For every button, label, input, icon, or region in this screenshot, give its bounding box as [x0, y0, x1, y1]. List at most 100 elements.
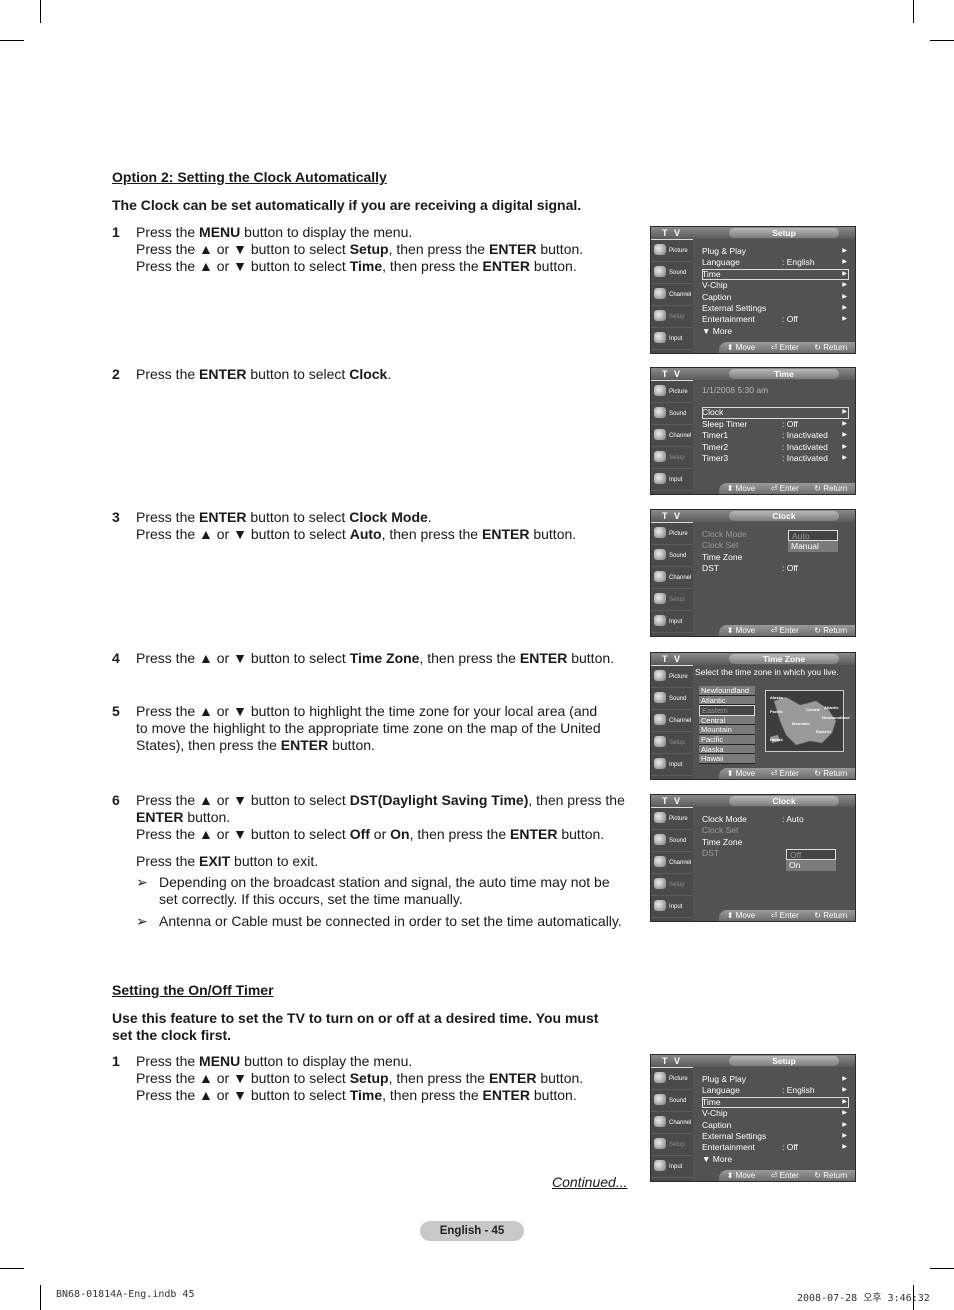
arrow-right-icon: ▶	[842, 1098, 847, 1105]
osd-menu-item[interactable]: V-Chip ▶	[702, 280, 849, 291]
osd-menu-item[interactable]: Time Zone	[702, 837, 849, 848]
osd-menu-item[interactable]: Time ▶	[702, 268, 849, 281]
osd-menu-item[interactable]: Clock Set	[702, 825, 849, 836]
osd-sidebar-item-setup[interactable]: Setup	[651, 306, 693, 328]
osd-sidebar-item-channel[interactable]: Channel	[651, 425, 693, 447]
time-zone-option[interactable]: Mountain	[699, 725, 755, 735]
osd-sidebar-item-input[interactable]: Input	[651, 896, 693, 918]
osd-sidebar-item-picture[interactable]: Picture	[651, 666, 693, 688]
enter-hint: ⏎ Enter	[770, 626, 799, 635]
time-zone-option[interactable]: Central	[699, 715, 755, 726]
osd-menu-item[interactable]: V-Chip ▶	[702, 1108, 849, 1119]
osd-sidebar-item-setup[interactable]: Setup	[651, 1134, 693, 1156]
osd-menu-label: Time Zone	[702, 836, 743, 847]
osd-menu-item[interactable]: Language: English ▶	[702, 257, 849, 268]
osd-menu-value: : Auto	[782, 814, 804, 824]
enter-hint: ⏎ Enter	[770, 911, 799, 920]
osd-menu-value: : Off	[782, 418, 798, 429]
osd-sidebar-item-setup[interactable]: Setup	[651, 732, 693, 754]
osd-sidebar-item-sound[interactable]: Sound	[651, 545, 693, 567]
section-intro: Use this feature to set the TV to turn o…	[112, 1010, 599, 1043]
return-hint: ↻ Return	[814, 343, 848, 352]
osd-menu-item[interactable]: DST: Off	[702, 563, 849, 574]
osd-sidebar-item-channel[interactable]: Channel	[651, 567, 693, 589]
osd-sidebar-item-sound[interactable]: Sound	[651, 403, 693, 425]
osd-menu-item[interactable]: ▼ More	[702, 326, 849, 337]
time-zone-option[interactable]: Atlantic	[699, 695, 755, 706]
sound-icon	[654, 834, 666, 845]
time-zone-option[interactable]: Alaska	[699, 744, 755, 755]
osd-menu-item[interactable]: External Settings ▶	[702, 1131, 849, 1142]
step-body: Press the ▲ or ▼ button to select Time Z…	[136, 650, 632, 667]
osd-menu-item[interactable]: Clock ▶	[702, 407, 849, 419]
osd-sidebar-item-channel[interactable]: Channel	[651, 1112, 693, 1134]
osd-sidebar-item-picture[interactable]: Picture	[651, 1068, 693, 1090]
picture-icon	[654, 385, 666, 396]
osd-sidebar-item-channel[interactable]: Channel	[651, 852, 693, 874]
osd-sidebar-item-setup[interactable]: Setup	[651, 874, 693, 896]
osd-menu-value: : Off	[782, 314, 798, 325]
osd-menu-item[interactable]: Clock Mode: Auto	[702, 814, 849, 825]
osd-sidebar-item-input[interactable]: Input	[651, 328, 693, 350]
osd-menu-item[interactable]: Time ▶	[702, 1096, 849, 1109]
osd-menu-item[interactable]: Caption ▶	[702, 1120, 849, 1131]
arrow-right-icon: ▶	[842, 1087, 847, 1094]
step-number: 4	[112, 650, 120, 666]
osd-sidebar-item-sound[interactable]: Sound	[651, 1090, 693, 1112]
time-zone-option[interactable]: Newfoundland	[699, 686, 755, 696]
osd-menu-item[interactable]: Time Zone	[702, 552, 849, 563]
osd-menu-item[interactable]: Entertainment: Off ▶	[702, 1142, 849, 1153]
osd-sidebar-item-sound[interactable]: Sound	[651, 688, 693, 710]
osd-menu-label: External Settings	[702, 1130, 767, 1141]
input-icon	[654, 900, 666, 911]
time-zone-option[interactable]: Eastern	[699, 705, 755, 716]
osd-menu-item[interactable]: Plug & Play ▶	[702, 1074, 849, 1085]
osd-menu-item[interactable]: Language: English ▶	[702, 1085, 849, 1096]
osd-sidebar-item-channel[interactable]: Channel	[651, 710, 693, 732]
osd-menu-item[interactable]: External Settings ▶	[702, 303, 849, 314]
time-zone-option[interactable]: Pacific	[699, 734, 755, 745]
osd-sidebar: Picture Sound Channel Setup Input	[651, 240, 693, 353]
osd-sidebar-item-picture[interactable]: Picture	[651, 240, 693, 262]
osd-sidebar-item-setup[interactable]: Setup	[651, 447, 693, 469]
osd-menu: 1/1/2008 5:30 am Clock ▶ Sleep Timer: Off ▶ T…	[702, 385, 849, 464]
osd-title: Time	[729, 369, 839, 379]
osd-menu-item[interactable]: ▼ More	[702, 1154, 849, 1165]
osd-sidebar-item-input[interactable]: Input	[651, 754, 693, 776]
osd-sidebar-item-sound[interactable]: Sound	[651, 830, 693, 852]
osd-sidebar-item-input[interactable]: Input	[651, 469, 693, 491]
exit-line: Press the EXIT button to exit.	[136, 853, 319, 869]
osd-menu-item[interactable]: Entertainment: Off ▶	[702, 314, 849, 325]
osd-tv-label: T V	[651, 1055, 693, 1068]
osd-menu-item[interactable]: Timer1: Inactivated ▶	[702, 430, 849, 441]
osd-sidebar-label: Sound	[669, 270, 687, 276]
channel-icon	[654, 288, 666, 299]
time-zone-option[interactable]: Hawaii	[699, 754, 755, 764]
osd-menu-item[interactable]: Sleep Timer: Off ▶	[702, 419, 849, 430]
osd-sidebar-item-input[interactable]: Input	[651, 611, 693, 633]
enter-hint: ⏎ Enter	[770, 1171, 799, 1180]
osd-sidebar-item-channel[interactable]: Channel	[651, 284, 693, 306]
crop-mark	[913, 0, 914, 23]
osd-sidebar-item-sound[interactable]: Sound	[651, 262, 693, 284]
osd-sidebar-item-picture[interactable]: Picture	[651, 381, 693, 403]
arrow-right-icon: ▶	[842, 316, 847, 323]
osd-dropdown-option[interactable]: On	[786, 860, 836, 871]
osd-sidebar-item-input[interactable]: Input	[651, 1156, 693, 1178]
step-line: Press the ▲ or ▼ button to select Setup,…	[136, 241, 584, 257]
osd-footer: ⬍ Move ⏎ Enter ↻ Return	[719, 1170, 855, 1181]
step: 2 Press the ENTER button to select Clock.	[112, 366, 632, 383]
osd-menu-value: : English	[782, 1085, 815, 1096]
osd-dropdown-option[interactable]: Off	[786, 849, 836, 860]
osd-menu-item[interactable]: Timer2: Inactivated ▶	[702, 442, 849, 453]
osd-menu-item[interactable]: Timer3: Inactivated ▶	[702, 453, 849, 464]
osd-sidebar-item-setup[interactable]: Setup	[651, 589, 693, 611]
osd-menu-item[interactable]: Caption ▶	[702, 292, 849, 303]
osd-sidebar-item-picture[interactable]: Picture	[651, 808, 693, 830]
osd-menu-item[interactable]: Plug & Play ▶	[702, 246, 849, 257]
osd-sidebar-item-picture[interactable]: Picture	[651, 523, 693, 545]
osd-dropdown-option[interactable]: Auto	[788, 530, 838, 541]
osd-menu-label: V-Chip	[702, 1108, 728, 1119]
osd-dropdown-option[interactable]: Manual	[788, 541, 838, 552]
step-body: Press the ▲ or ▼ button to highlight the…	[136, 703, 632, 754]
